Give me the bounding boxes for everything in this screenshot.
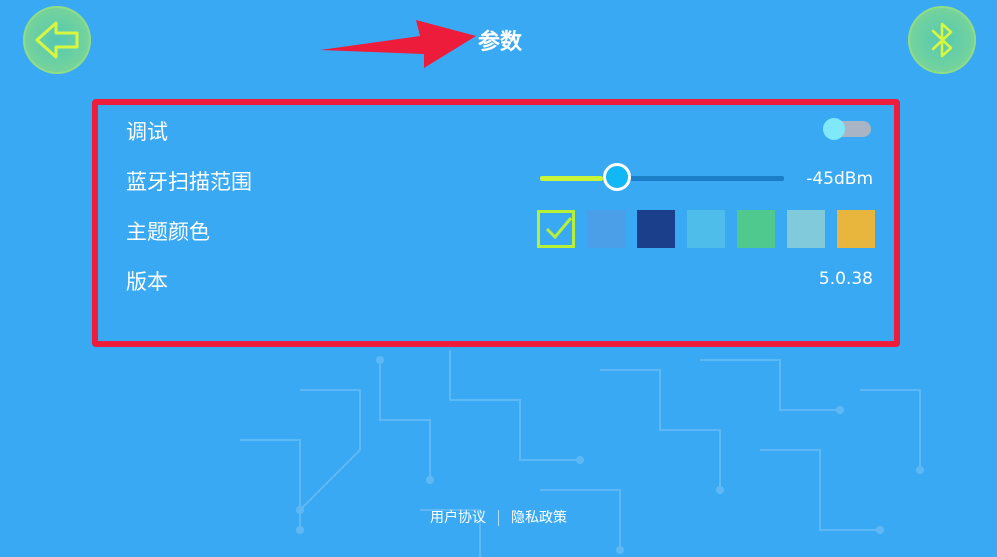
version-value: 5.0.38 [818,269,873,289]
theme-swatch[interactable] [537,210,575,248]
scan-range-value: -45dBm [806,169,873,189]
footer-divider [498,510,499,526]
debug-toggle[interactable] [823,118,871,140]
debug-label: 调试 [126,120,168,144]
theme-swatch[interactable] [787,210,825,248]
annotation-highlight-box [92,99,900,347]
theme-swatch[interactable] [587,210,625,248]
back-button[interactable] [23,6,91,74]
slider-thumb[interactable] [603,163,632,191]
bluetooth-icon [931,22,953,58]
theme-swatch[interactable] [637,210,675,248]
debug-toggle-knob [823,118,845,140]
theme-swatch[interactable] [737,210,775,248]
scan-range-slider[interactable] [540,163,784,195]
checkmark-icon [545,217,573,240]
theme-color-label: 主题颜色 [126,220,210,244]
privacy-policy-link[interactable]: 隐私政策 [511,507,567,527]
annotation-arrow [320,20,476,68]
scan-range-label: 蓝牙扫描范围 [126,170,252,194]
theme-swatch[interactable] [837,210,875,248]
theme-swatch[interactable] [687,210,725,248]
slider-fill [540,176,604,181]
footer-links: 用户协议 隐私政策 [0,507,997,527]
back-arrow-icon [35,21,79,59]
version-label: 版本 [126,270,168,294]
user-agreement-link[interactable]: 用户协议 [430,507,486,527]
bluetooth-button[interactable] [908,6,976,74]
